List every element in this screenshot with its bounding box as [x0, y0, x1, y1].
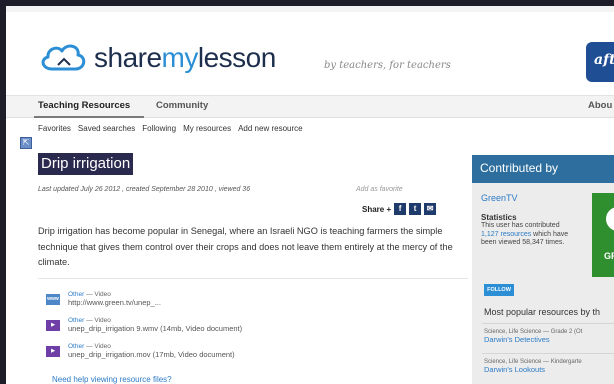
facebook-icon[interactable]: f [394, 203, 407, 215]
tagline: by teachers, for teachers [324, 60, 451, 71]
cloud-icon [41, 44, 86, 71]
resource-meta: Last updated July 26 2012 , created Sept… [38, 186, 251, 193]
resource-link[interactable]: Darwin's Detectives [484, 335, 582, 344]
help-link[interactable]: Need help viewing resource files? [52, 375, 172, 384]
file-name[interactable]: unep_drip_irrigation 9.wmv (14mb, Video … [68, 324, 242, 333]
page-frame: share my lesson by teachers, for teacher… [6, 6, 614, 384]
stats-text-1: This user has contributed [481, 222, 560, 229]
subnav-favorites[interactable]: Favorites [38, 124, 71, 133]
stats-resources-link[interactable]: resources [500, 231, 531, 238]
stats-count[interactable]: 1,127 [481, 231, 499, 238]
follow-button[interactable]: FOLLOW [484, 284, 514, 296]
file-kind[interactable]: Other [68, 291, 84, 298]
logo-my: my [161, 42, 199, 73]
contributor-heading: Contributed by [472, 155, 614, 183]
file-kind-suffix: — Video [86, 343, 111, 350]
file-name[interactable]: http://www.green.tv/unep_... [68, 298, 161, 307]
logo-letters: GR [604, 251, 614, 261]
popular-heading: Most popular resources by th [484, 307, 601, 317]
nav-about[interactable]: Abou [588, 100, 612, 111]
email-icon[interactable]: ✉ [424, 203, 437, 215]
contributor-name[interactable]: GreenTV [481, 193, 518, 203]
sub-nav: Favorites Saved searches Following My re… [6, 119, 614, 137]
logo-lesson: lesson [197, 42, 276, 73]
file-item[interactable]: www Other — Video http://www.green.tv/un… [46, 291, 161, 307]
site-logo[interactable]: share my lesson [38, 38, 276, 78]
contributor-logo[interactable]: GR [592, 193, 614, 277]
video-file-icon: ▶ [46, 320, 60, 331]
logo-share: share [94, 42, 162, 73]
file-item[interactable]: ▶ Other — Video unep_drip_irrigation 9.w… [46, 317, 242, 333]
expand-icon[interactable]: ⇱ [20, 137, 32, 149]
popular-resource-item[interactable]: Science, Life Science — Kindergarte Darw… [484, 359, 582, 374]
subnav-add-new-resource[interactable]: Add new resource [238, 124, 302, 133]
file-kind[interactable]: Other [68, 317, 84, 324]
file-item[interactable]: ▶ Other — Video unep_drip_irrigation.mov… [46, 343, 235, 359]
video-file-icon: ▶ [46, 346, 60, 357]
nav-teaching-resources[interactable]: Teaching Resources [38, 100, 130, 111]
subnav-following[interactable]: Following [142, 124, 176, 133]
resource-link[interactable]: Darwin's Lookouts [484, 365, 582, 374]
share-bar: Share + f t ✉ [362, 203, 437, 215]
stats-text: This user has contributed 1,127 resource… [481, 222, 576, 248]
resource-files: www Other — Video http://www.green.tv/un… [38, 278, 468, 384]
aft-logo[interactable]: aft [586, 42, 614, 82]
popular-resource-item[interactable]: Science, Life Science — Grade 2 (Ot Darw… [484, 329, 582, 344]
divider [482, 323, 614, 324]
contributor-panel: Contributed by GreenTV Statistics This u… [472, 155, 614, 384]
stats-heading: Statistics [481, 213, 517, 222]
subnav-saved-searches[interactable]: Saved searches [78, 124, 135, 133]
file-kind-suffix: — Video [86, 291, 111, 298]
file-kind-suffix: — Video [86, 317, 111, 324]
file-kind[interactable]: Other [68, 343, 84, 350]
divider [482, 353, 614, 354]
main-nav: Teaching Resources Community Abou [6, 96, 614, 118]
page-title: Drip irrigation [38, 153, 134, 175]
resource-description: Drip irrigation has become popular in Se… [38, 226, 453, 267]
web-link-icon: www [46, 294, 60, 305]
twitter-icon[interactable]: t [409, 203, 422, 215]
add-favorite-link[interactable]: Add as favorite [356, 186, 403, 193]
subnav-my-resources[interactable]: My resources [183, 124, 231, 133]
file-name[interactable]: unep_drip_irrigation.mov (17mb, Video do… [68, 350, 235, 359]
active-tab-indicator [34, 116, 144, 118]
nav-community[interactable]: Community [156, 100, 208, 111]
site-header: share my lesson by teachers, for teacher… [6, 12, 614, 96]
share-button[interactable]: Share + [362, 205, 391, 214]
logo-circle-icon [606, 207, 614, 231]
